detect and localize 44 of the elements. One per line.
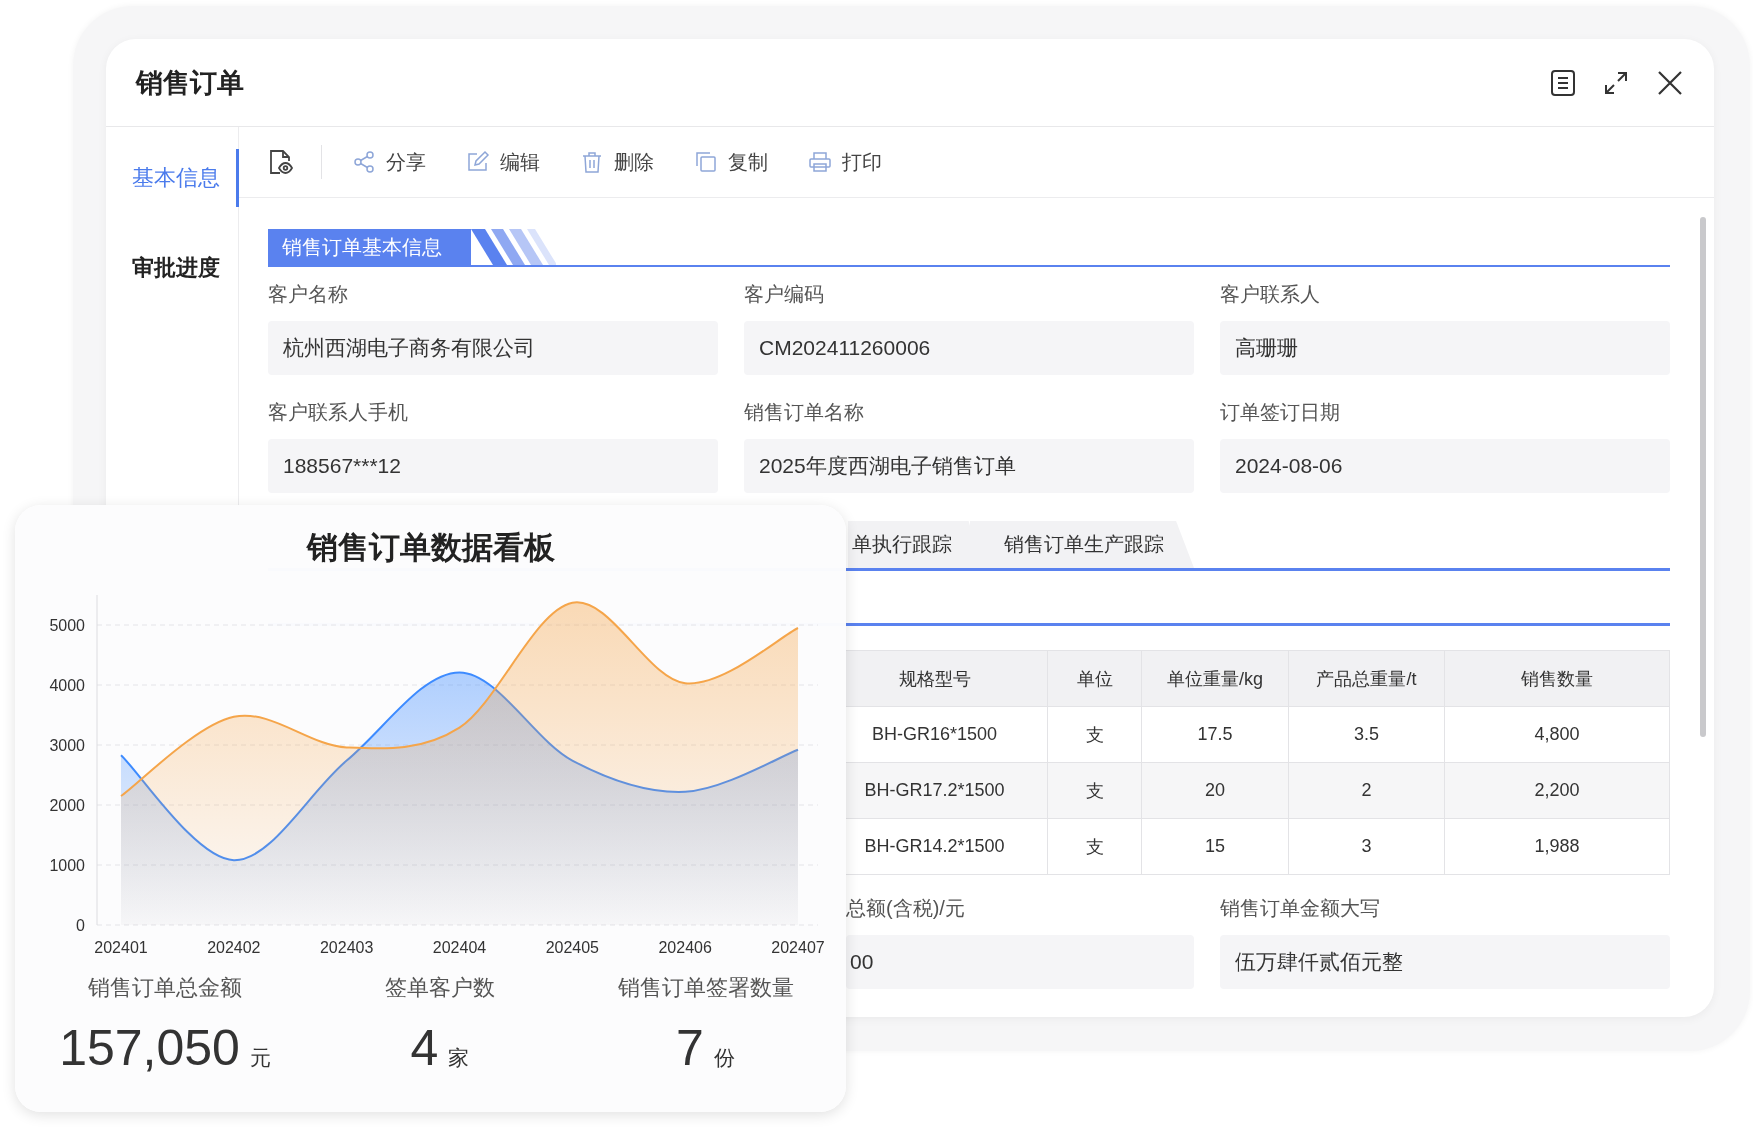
stat-value: 157,050 [59,1019,240,1077]
field-label: 总额(含税)/元 [846,896,966,921]
field-label: 客户编码 [744,282,825,307]
field-label: 客户联系人手机 [268,400,409,425]
tick-label: 202405 [545,939,600,956]
stat-value: 7 [676,1019,704,1077]
table-cell: 2 [1289,763,1445,819]
tick-label: 202407 [771,939,825,956]
table-cell: 支 [1048,763,1142,819]
stat-unit: 份 [713,1045,735,1071]
table-cell: 2,200 [1445,763,1670,819]
stat-value: 4 [410,1019,439,1077]
stat-label: 销售订单总金额 [88,974,242,1002]
field-label: 客户名称 [268,282,349,307]
tick-label: 202403 [319,939,374,956]
dashboard-title: 销售订单数据看板 [306,529,555,567]
window-title: 销售订单 [136,66,245,100]
tick-label: 1000 [49,857,85,874]
table-cell: 3 [1289,819,1445,875]
tick-label: 202404 [432,939,487,956]
tick-label: 4000 [49,677,85,694]
field-label: 客户联系人 [1220,282,1321,307]
stat-unit: 家 [448,1045,470,1071]
column-header: 产品总重量/t [1289,651,1445,707]
table-cell: 15 [1142,819,1289,875]
field-label: 销售订单金额大写 [1220,896,1381,921]
tick-label: 202402 [207,939,261,956]
stat-label: 签单客户数 [385,974,495,1002]
column-header: 单位 [1048,651,1142,707]
tick-label: 202406 [658,939,712,956]
tick-label: 2000 [49,797,85,814]
column-header: 单位重量/kg [1142,651,1289,707]
stat-unit: 元 [249,1045,271,1071]
table-cell: 支 [1048,819,1142,875]
tick-label: 3000 [49,737,85,754]
tick-label: 5000 [49,617,85,634]
stat-label: 销售订单签署数量 [617,974,794,1002]
table-cell: 1,988 [1445,819,1670,875]
field-label: 订单签订日期 [1220,400,1341,425]
tick-label: 0 [76,917,85,934]
table-cell: 20 [1142,763,1289,819]
field-label: 销售订单名称 [744,400,865,425]
column-header: 销售数量 [1445,651,1670,707]
tick-label: 202401 [94,939,148,956]
